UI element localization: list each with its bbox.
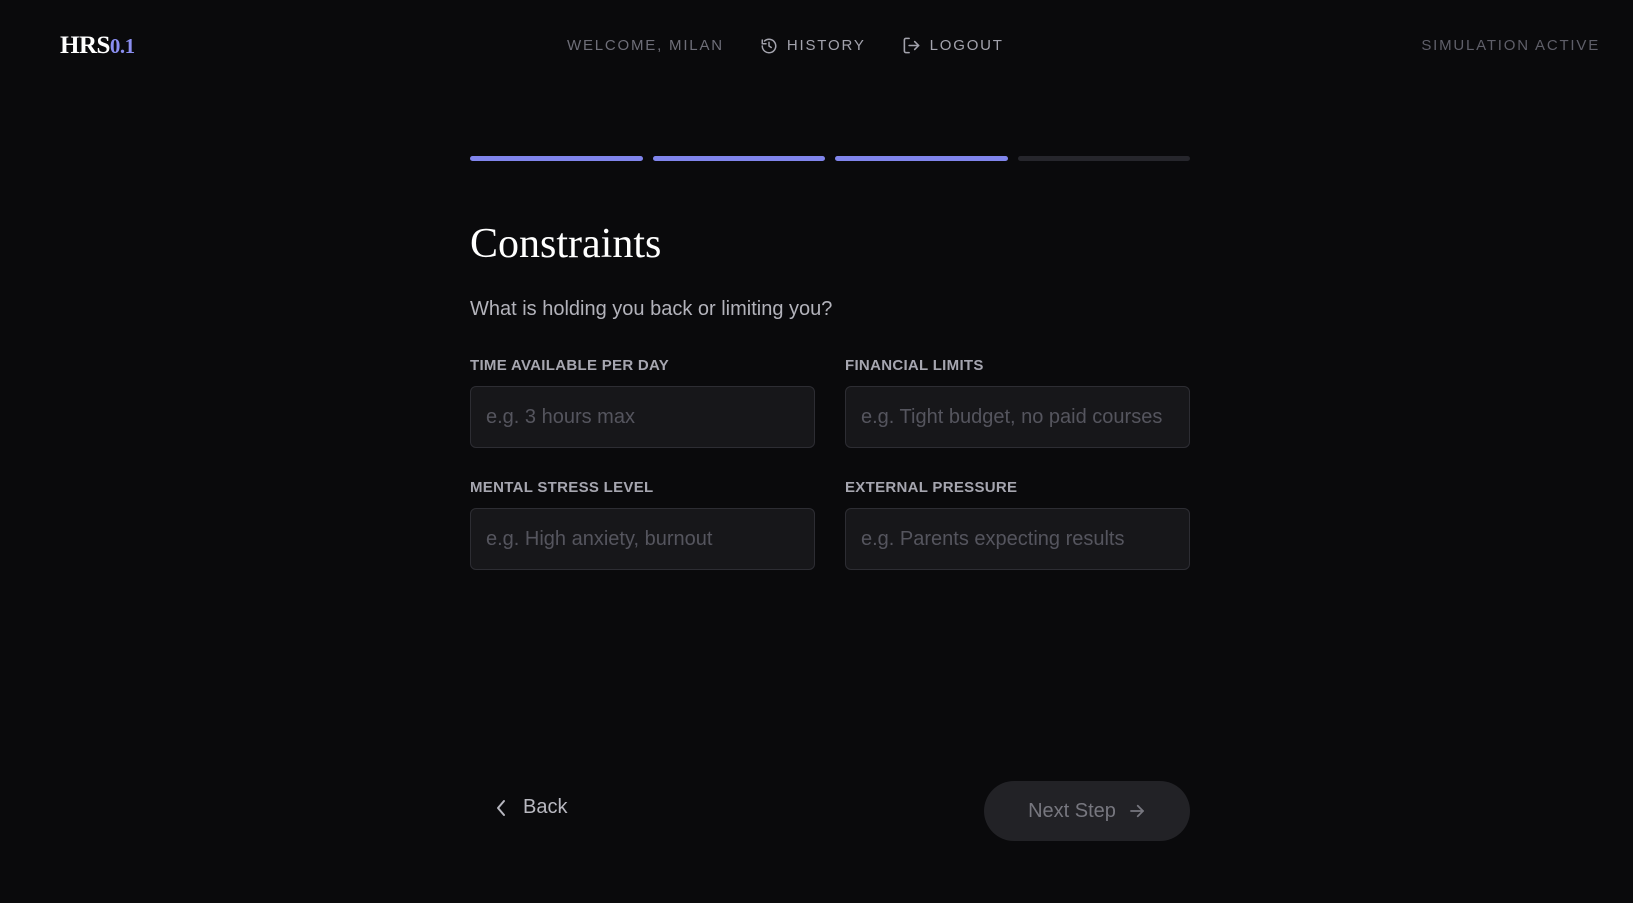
logout-link[interactable]: LOGOUT xyxy=(902,36,1004,55)
logout-label: LOGOUT xyxy=(929,37,1004,54)
history-icon xyxy=(761,38,777,53)
chevron-left-icon xyxy=(497,799,505,816)
next-step-button[interactable]: Next Step xyxy=(984,781,1190,841)
step-progress-bar xyxy=(470,156,1190,161)
welcome-text: WELCOME, MILAN xyxy=(567,37,724,54)
step-title: Constraints xyxy=(470,221,662,267)
financial-limits-field: FINANCIAL LIMITS xyxy=(845,357,1190,448)
progress-segment-2 xyxy=(652,156,825,161)
mental-stress-field: MENTAL STRESS LEVEL xyxy=(470,479,815,570)
arrow-right-icon xyxy=(1130,804,1144,818)
back-button[interactable]: Back xyxy=(495,796,567,819)
progress-segment-1 xyxy=(470,156,643,161)
time-available-input[interactable] xyxy=(470,386,815,448)
external-pressure-input[interactable] xyxy=(845,508,1190,570)
logo-text: HRS xyxy=(60,32,110,59)
top-bar: HRS0.1 WELCOME, MILAN HISTORY LOGOUT SIM… xyxy=(0,0,1633,92)
app-logo[interactable]: HRS0.1 xyxy=(60,32,135,60)
mental-stress-input[interactable] xyxy=(470,508,815,570)
logo-version: 0.1 xyxy=(109,34,135,58)
progress-segment-3 xyxy=(835,156,1008,161)
financial-limits-input[interactable] xyxy=(845,386,1190,448)
history-label: HISTORY xyxy=(786,37,866,54)
external-pressure-field: EXTERNAL PRESSURE xyxy=(845,479,1190,570)
progress-segment-4 xyxy=(1017,156,1190,161)
back-label: Back xyxy=(523,796,568,818)
simulation-status: SIMULATION ACTIVE xyxy=(1421,37,1600,54)
time-available-field: TIME AVAILABLE PER DAY xyxy=(470,357,815,448)
financial-limits-label: FINANCIAL LIMITS xyxy=(845,357,984,374)
step-subtitle: What is holding you back or limiting you… xyxy=(470,298,833,320)
external-pressure-label: EXTERNAL PRESSURE xyxy=(845,479,1018,496)
top-nav: WELCOME, MILAN HISTORY LOGOUT xyxy=(567,36,1004,55)
history-link[interactable]: HISTORY xyxy=(760,37,866,55)
next-step-label: Next Step xyxy=(1028,799,1116,822)
mental-stress-label: MENTAL STRESS LEVEL xyxy=(470,479,654,496)
logout-icon xyxy=(903,37,920,54)
time-available-label: TIME AVAILABLE PER DAY xyxy=(470,357,670,374)
